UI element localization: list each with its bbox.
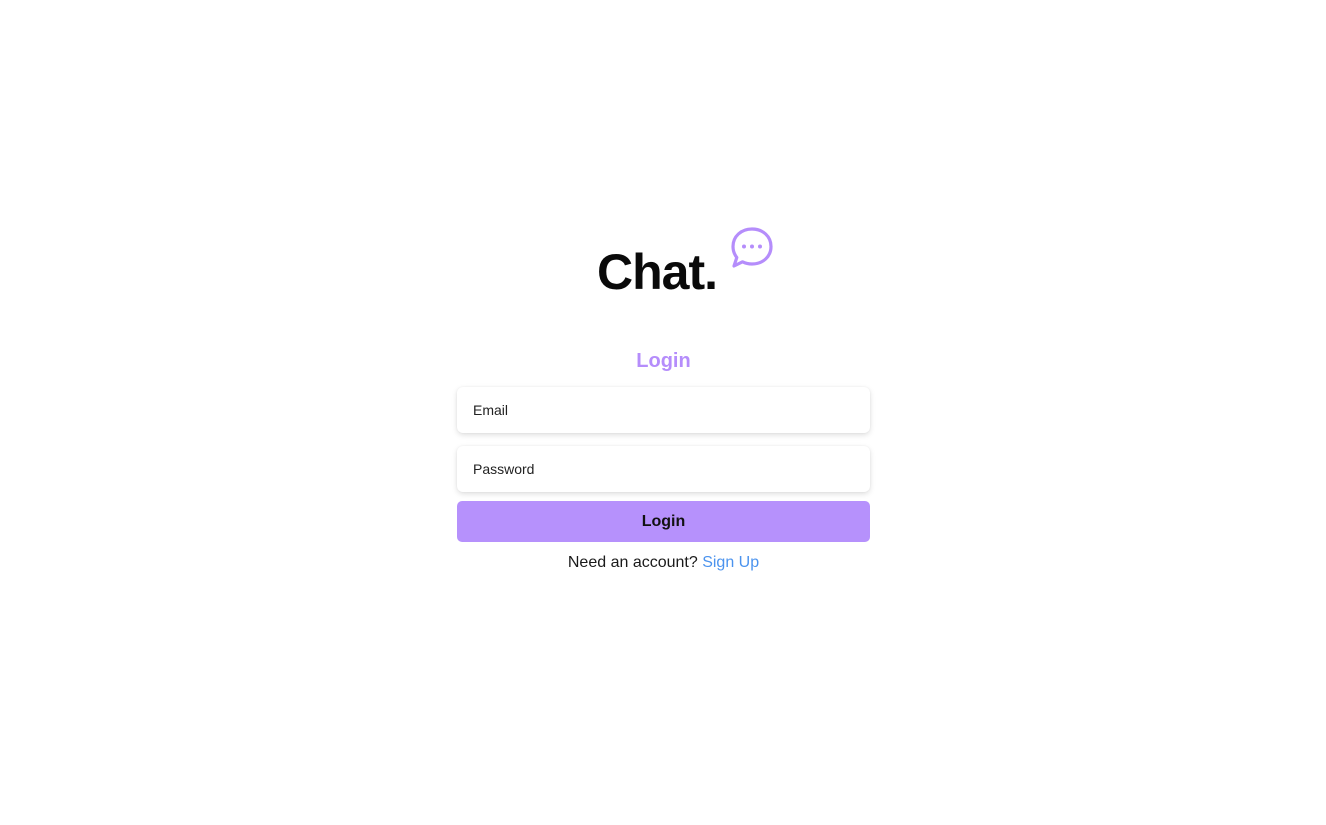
- login-button[interactable]: Login: [457, 501, 870, 542]
- login-page: Chat. Login Login Need an account? Sign …: [0, 0, 1326, 825]
- password-field[interactable]: [457, 446, 870, 492]
- signup-prompt: Need an account? Sign Up: [457, 552, 870, 574]
- signup-link[interactable]: Sign Up: [702, 554, 759, 571]
- email-field[interactable]: [457, 387, 870, 433]
- chat-bubble-icon: [729, 225, 775, 271]
- brand-logo: Chat.: [597, 222, 787, 302]
- form-title: Login: [636, 350, 691, 372]
- signup-prompt-text: Need an account?: [567, 554, 698, 571]
- brand-name: Chat.: [597, 244, 718, 300]
- login-form: Login Login Need an account? Sign Up: [457, 345, 870, 574]
